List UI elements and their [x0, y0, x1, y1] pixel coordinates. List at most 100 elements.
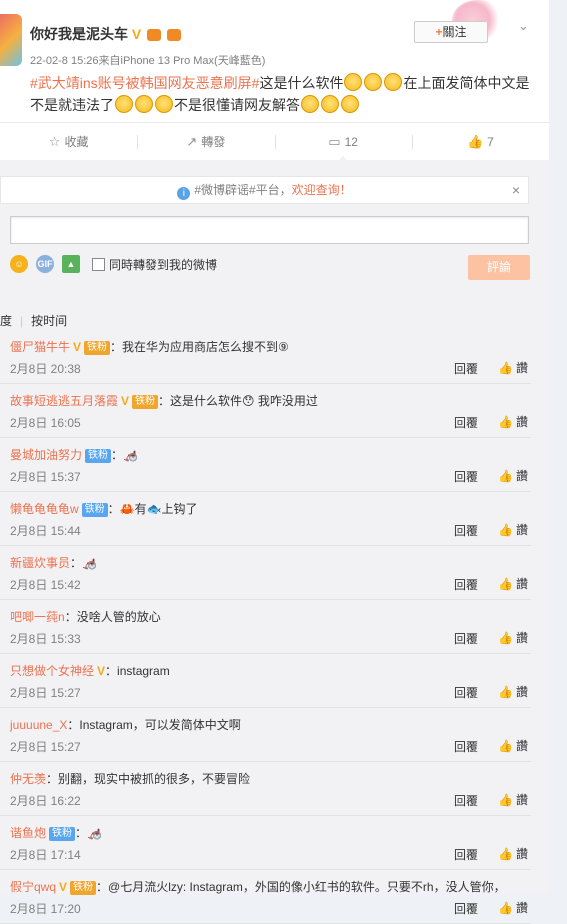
comment-like-button[interactable]: 👍 讚 [498, 629, 528, 646]
comment-author[interactable]: 只想做个女神经 [10, 664, 94, 678]
comment-input[interactable] [10, 216, 529, 244]
comment-author[interactable]: 曼城加油努力 [10, 448, 82, 462]
star-icon: ☆ [48, 134, 61, 149]
thumbs-up-icon: 👍 [498, 739, 513, 753]
checkbox-box[interactable] [92, 257, 105, 271]
comment-item: 仲无羡：别翻，现实中被抓的很多，不要冒险 2月8日 16:22 回覆 👍 讚 [0, 762, 531, 816]
comment-text: ：这是什么软件😯 我咋没用过 [158, 394, 318, 408]
surprised-emoji-icon [115, 95, 133, 113]
reply-button[interactable]: 回覆 [454, 360, 478, 377]
comment-like-button[interactable]: 👍 讚 [498, 737, 528, 754]
comment-time: 2月8日 15:27 [10, 686, 81, 700]
comment-like-button[interactable]: 👍 讚 [498, 467, 528, 484]
weibo-post-card: 你好我是泥头车 V 22-02-8 15:26来自iPhone 13 Pro M… [0, 0, 549, 162]
repost-button[interactable]: ↗ 轉發 [137, 123, 274, 161]
surprised-emoji-icon [135, 95, 153, 113]
comment-text: ：🦽 [70, 556, 97, 570]
reply-button[interactable]: 回覆 [454, 630, 478, 647]
comment-author[interactable]: 仲无羡 [10, 772, 46, 786]
reply-button[interactable]: 回覆 [454, 576, 478, 593]
gif-icon[interactable]: GIF [36, 255, 54, 273]
comment-like-button[interactable]: 👍 讚 [498, 575, 528, 592]
comment-item: 假宁qwq V 铁粉 ：@七月流火lzy: Instagram，外国的像小红书的软件。… [0, 870, 531, 924]
emoji-picker-icon[interactable]: ☺ [10, 255, 28, 273]
comment-author[interactable]: 僵尸猫牛牛 [10, 340, 70, 354]
reply-button[interactable]: 回覆 [454, 468, 478, 485]
repost-checkbox[interactable]: 同時轉發到我的微博 [92, 256, 217, 273]
comment-item: 僵尸猫牛牛 V 铁粉 ：我在华为应用商店怎么搜不到⑨ 2月8日 20:38 回覆 👍 讚 [0, 330, 531, 384]
comment-item: juuuune_X：Instagram，可以发简体中文啊 2月8日 15:27 回覆… [0, 708, 531, 762]
submit-comment-button[interactable]: 評論 [468, 255, 530, 280]
comment-item: 故事短逃逃五月落霞 V 铁粉 ：这是什么软件😯 我咋没用过 2月8日 16:05 回覆 👍 讚 [0, 384, 531, 438]
comment-author[interactable]: 吧唧一莼n [10, 610, 65, 624]
comment-text: ：@七月流火lzy: Instagram，外国的像小红书的软件。只要不rh，没人… [96, 880, 506, 894]
fan-tag-badge: 铁粉 [81, 503, 108, 517]
comment-like-button[interactable]: 👍 讚 [498, 521, 528, 538]
surprised-emoji-icon [155, 95, 173, 113]
sort-time-tab[interactable]: 按时间 [31, 314, 67, 328]
comment-body: 假宁qwq V 铁粉 ：@七月流火lzy: Instagram，外国的像小红书的软件。… [10, 878, 506, 895]
comment-body: 吧唧一莼n：没啥人管的放心 [10, 608, 161, 625]
reply-button[interactable]: 回覆 [454, 684, 478, 701]
surprised-emoji-icon [344, 73, 363, 91]
comment-like-button[interactable]: 👍 讚 [498, 683, 528, 700]
comment-like-button[interactable]: 👍 讚 [498, 899, 528, 916]
comment-like-button[interactable]: 👍 讚 [498, 359, 528, 376]
comment-panel: i #微博辟谣#平台，欢迎查询！ × ☺ GIF ▲ 同時轉發到我的微博 評論 度… [0, 160, 549, 924]
notice-link[interactable]: 欢迎查询！ [292, 183, 352, 197]
surprised-emoji-icon [364, 73, 383, 91]
comment-time: 2月8日 15:42 [10, 578, 81, 592]
thumbs-up-icon: 👍 [498, 361, 513, 375]
comment-like-button[interactable]: 👍 讚 [498, 791, 528, 808]
reply-button[interactable]: 回覆 [454, 414, 478, 431]
comment-author[interactable]: juuuune_X [10, 718, 67, 732]
thumbs-up-icon: 👍 [498, 685, 513, 699]
close-icon[interactable]: × [512, 177, 520, 203]
member-badge-icon [147, 29, 162, 42]
comment-tools: ☺ GIF ▲ 同時轉發到我的微博 [10, 255, 217, 273]
author-name[interactable]: 你好我是泥头车 [30, 26, 128, 42]
comment-like-button[interactable]: 👍 讚 [498, 413, 528, 430]
comment-time: 2月8日 17:14 [10, 848, 81, 862]
comment-body: 只想做个女神经 V：instagram [10, 662, 170, 679]
surprised-emoji-icon [384, 73, 403, 91]
topic-link[interactable]: #武大靖ins账号被韩国网友恶意刷屏# [30, 75, 259, 91]
comment-body: 曼城加油努力 铁粉 ：🦽 [10, 446, 138, 463]
comment-author[interactable]: 假宁qwq [10, 880, 56, 894]
comment-body: 懒龟龟龟龟w 铁粉 ：🦀有🐟上钩了 [10, 500, 198, 517]
comment-author[interactable]: 懒龟龟龟龟w [10, 502, 79, 516]
favorite-button[interactable]: ☆ 收藏 [0, 123, 137, 161]
thumbs-up-icon: 👍 [498, 631, 513, 645]
comment-author[interactable]: 故事短逃逃五月落霞 [10, 394, 118, 408]
comment-time: 2月8日 15:37 [10, 470, 81, 484]
like-button[interactable]: 👍 7 [411, 123, 549, 161]
reply-button[interactable]: 回覆 [454, 792, 478, 809]
reply-button[interactable]: 回覆 [454, 738, 478, 755]
comment-text: ：Instagram，可以发简体中文啊 [67, 718, 241, 732]
follow-button[interactable]: +關注 [414, 21, 488, 43]
comment-button[interactable]: ▭ 12 [274, 123, 412, 162]
post-author[interactable]: 你好我是泥头车 V [30, 24, 182, 44]
reply-button[interactable]: 回覆 [454, 846, 478, 863]
reply-button[interactable]: 回覆 [454, 900, 478, 917]
sort-hot-tab[interactable]: 度 [0, 314, 12, 328]
surprised-emoji-icon [341, 95, 359, 113]
image-upload-icon[interactable]: ▲ [62, 255, 80, 273]
post-meta[interactable]: 22-02-8 15:26来自iPhone 13 Pro Max(天峰藍色) [30, 52, 265, 68]
comment-author[interactable]: 新疆炊事员 [10, 556, 70, 570]
surprised-emoji-icon [301, 95, 319, 113]
comment-text: ：🦀有🐟上钩了 [107, 502, 198, 516]
chevron-down-icon[interactable]: ⌄ [518, 18, 529, 34]
thumbs-up-icon: 👍 [498, 469, 513, 483]
comment-text: ：我在华为应用商店怎么搜不到⑨ [110, 340, 289, 354]
info-icon: i [177, 187, 191, 200]
verified-icon: V [121, 394, 130, 408]
repost-icon: ↗ [186, 134, 198, 149]
reply-button[interactable]: 回覆 [454, 522, 478, 539]
fan-tag-badge: 铁粉 [132, 395, 159, 409]
comment-list: 僵尸猫牛牛 V 铁粉 ：我在华为应用商店怎么搜不到⑨ 2月8日 20:38 回覆 👍 讚故事短… [0, 330, 531, 924]
user-avatar[interactable] [0, 14, 22, 66]
comment-sort: 度 | 按时间 [0, 314, 68, 328]
comment-author[interactable]: 谐鱼炮 [10, 826, 46, 840]
comment-like-button[interactable]: 👍 讚 [498, 845, 528, 862]
